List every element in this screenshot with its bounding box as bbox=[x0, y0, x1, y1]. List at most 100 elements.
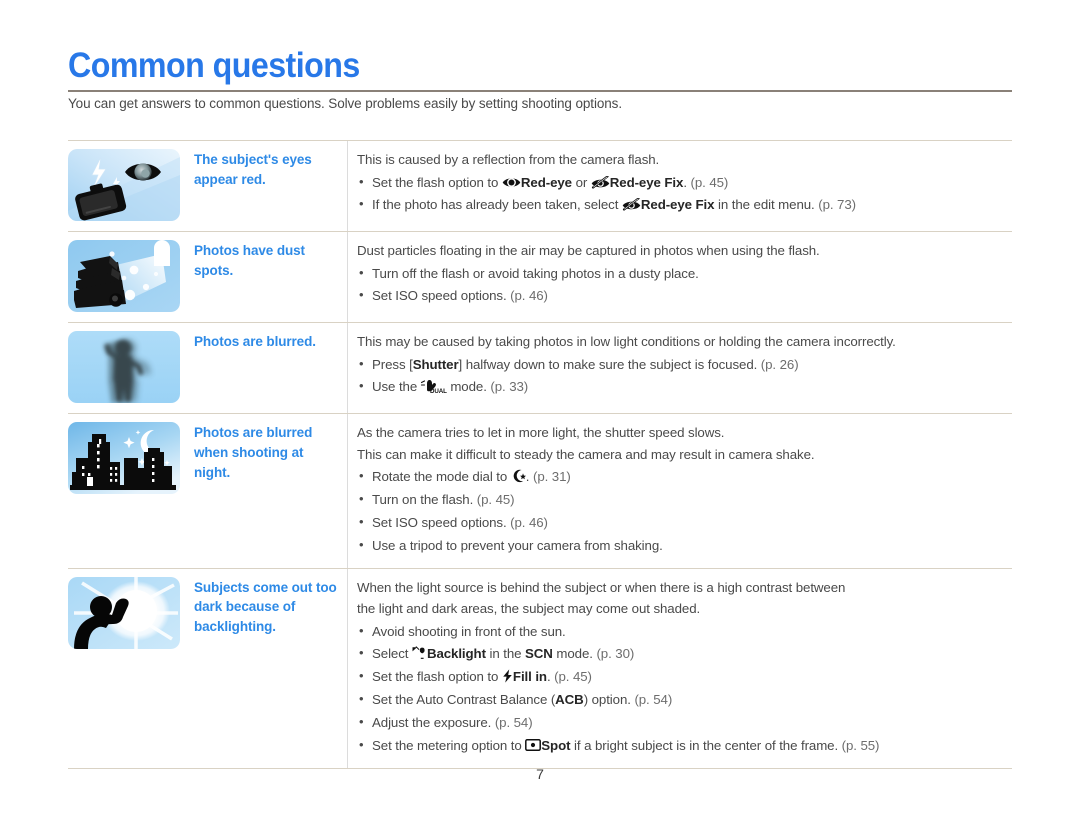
bullet-text: Set the metering option to bbox=[372, 737, 526, 753]
list-item: Rotate the mode dial to . (p. 31) bbox=[357, 465, 1006, 489]
page-number: 7 bbox=[536, 766, 544, 782]
night-mode-icon bbox=[511, 469, 526, 483]
page-reference: (p. 73) bbox=[818, 197, 856, 213]
list-item: If the photo has already been taken, sel… bbox=[357, 193, 1006, 217]
bullet-text: Avoid shooting in front of the sun. bbox=[372, 623, 566, 639]
answer-bullets: Rotate the mode dial to . (p. 31) Turn o… bbox=[357, 465, 1006, 558]
bullet-text: Use a tripod to prevent your camera from… bbox=[372, 537, 663, 553]
bullet-bold: SCN bbox=[525, 646, 553, 662]
answer-lead-2: This can make it difficult to steady the… bbox=[357, 446, 815, 462]
page-reference: (p. 26) bbox=[760, 356, 799, 372]
bullet-text: Press [ bbox=[372, 356, 413, 372]
bullet-text: Turn off the flash or avoid taking photo… bbox=[372, 265, 699, 281]
bullet-bold: ACB bbox=[555, 692, 584, 708]
bullet-bold: Red-eye Fix bbox=[640, 197, 715, 213]
bullet-text: If the photo has already been taken, sel… bbox=[372, 197, 622, 213]
bullet-text: in the edit menu. bbox=[714, 197, 819, 213]
answer-lead-2: the light and dark areas, the subject ma… bbox=[357, 601, 701, 617]
answer-bullets: Set the flash option to Red-eye or Red-e… bbox=[357, 171, 1006, 218]
table-row: Photos are blurred when shooting at nigh… bbox=[68, 414, 1012, 569]
bullet-text: Use the bbox=[372, 379, 421, 395]
bullet-text: if a bright subject is in the center of … bbox=[570, 737, 842, 753]
bullet-text: Set the flash option to bbox=[372, 174, 502, 190]
document-page: Common questions You can get answers to … bbox=[0, 0, 1080, 815]
bullet-text: Turn on the flash. bbox=[372, 491, 477, 507]
row-question-cell: Photos are blurred when shooting at nigh… bbox=[68, 414, 348, 568]
bullet-bold: Backlight bbox=[426, 646, 486, 662]
bullet-text: or bbox=[571, 174, 591, 190]
question-text: The subject's eyes appear red. bbox=[194, 152, 312, 187]
answer-bullets: Turn off the flash or avoid taking photo… bbox=[357, 262, 1006, 309]
page-reference: (p. 54) bbox=[494, 715, 533, 730]
table-row: The subject's eyes appear red. This is c… bbox=[68, 141, 1012, 232]
question-text: Subjects come out too dark because of ba… bbox=[194, 579, 337, 635]
page-reference: (p. 45) bbox=[690, 174, 729, 190]
dust-spots-icon bbox=[68, 240, 180, 312]
list-item: Turn on the flash. (p. 45) bbox=[357, 488, 1006, 512]
page-reference: (p. 46) bbox=[510, 288, 548, 304]
page-reference: (p. 45) bbox=[476, 491, 515, 507]
bullet-text: . bbox=[683, 174, 691, 190]
bullet-text: Rotate the mode dial to bbox=[372, 469, 511, 485]
answer-lead: As the camera tries to let in more light… bbox=[357, 425, 725, 440]
row-answer-cell: This may be caused by taking photos in l… bbox=[348, 323, 1012, 413]
table-row: Photos are blurred. This may be caused b… bbox=[68, 323, 1012, 414]
row-answer-cell: As the camera tries to let in more light… bbox=[348, 414, 1012, 568]
dual-is-icon: DUAL bbox=[420, 379, 447, 395]
bullet-text: Set ISO speed options. bbox=[372, 514, 511, 530]
page-title: Common questions bbox=[68, 46, 360, 85]
bullet-text: Set the flash option to bbox=[372, 669, 502, 685]
page-reference: (p. 30) bbox=[596, 646, 635, 662]
answer-bullets: Avoid shooting in front of the sun. Sele… bbox=[357, 620, 1006, 758]
bullet-text: Adjust the exposure. bbox=[372, 715, 495, 730]
page-reference: (p. 54) bbox=[634, 692, 673, 708]
red-eye-camera-icon bbox=[68, 149, 180, 221]
eye-icon bbox=[502, 176, 521, 189]
bullet-bold: Shutter bbox=[412, 356, 459, 372]
row-question-cell: Photos have dust spots. bbox=[68, 232, 348, 322]
page-reference: (p. 31) bbox=[533, 469, 571, 485]
list-item: Set ISO speed options. (p. 46) bbox=[357, 511, 1006, 535]
bullet-bold: Spot bbox=[541, 737, 571, 753]
bullet-text: ) option. bbox=[583, 692, 635, 708]
list-item: Set the flash option to Red-eye or Red-e… bbox=[357, 171, 1006, 195]
page-reference: (p. 33) bbox=[490, 379, 529, 395]
answer-lead: This may be caused by taking photos in l… bbox=[357, 334, 896, 349]
list-item: Set the metering option to Spot if a bri… bbox=[357, 734, 1006, 758]
question-text: Photos are blurred when shooting at nigh… bbox=[194, 425, 313, 480]
list-item: Set the flash option to Fill in. (p. 45) bbox=[357, 665, 1006, 689]
bullet-text: Select bbox=[372, 646, 412, 662]
title-divider bbox=[68, 90, 1012, 92]
list-item: Adjust the exposure. (p. 54) bbox=[357, 711, 1006, 735]
night-cityscape-icon bbox=[68, 422, 180, 494]
list-item: Set ISO speed options. (p. 46) bbox=[357, 284, 1006, 308]
bullet-text: . bbox=[525, 469, 533, 485]
question-text: Photos have dust spots. bbox=[194, 243, 305, 278]
row-answer-cell: Dust particles floating in the air may b… bbox=[348, 232, 1012, 322]
spot-metering-icon bbox=[525, 738, 542, 751]
answer-bullets: Press [Shutter] halfway down to make sur… bbox=[357, 353, 1006, 400]
backlighting-icon bbox=[68, 576, 180, 649]
bullet-text: mode. bbox=[552, 646, 597, 662]
bullet-text: ] halfway down to make sure the subject … bbox=[458, 356, 761, 372]
answer-lead: Dust particles floating in the air may b… bbox=[357, 243, 820, 258]
backlight-scene-icon bbox=[412, 646, 427, 660]
svg-text:DUAL: DUAL bbox=[430, 389, 447, 395]
bullet-text: Set the Auto Contrast Balance ( bbox=[372, 692, 556, 708]
answer-lead: When the light source is behind the subj… bbox=[357, 579, 846, 595]
page-reference: (p. 55) bbox=[841, 737, 880, 753]
list-item: Use the DUAL mode. (p. 33) bbox=[357, 375, 1006, 399]
row-question-cell: Photos are blurred. bbox=[68, 323, 348, 413]
bullet-bold: Fill in bbox=[512, 669, 547, 685]
list-item: Use a tripod to prevent your camera from… bbox=[357, 534, 1006, 558]
bullet-text: Set ISO speed options. bbox=[372, 288, 511, 304]
row-answer-cell: This is caused by a reflection from the … bbox=[348, 141, 1012, 231]
blurred-person-icon bbox=[68, 331, 180, 403]
row-question-cell: The subject's eyes appear red. bbox=[68, 141, 348, 231]
table-row: Subjects come out too dark because of ba… bbox=[68, 568, 1012, 769]
bullet-bold: Red-eye bbox=[520, 174, 572, 190]
common-questions-table: The subject's eyes appear red. This is c… bbox=[68, 140, 1012, 769]
intro-paragraph: You can get answers to common questions.… bbox=[68, 96, 622, 111]
bullet-text: in the bbox=[485, 646, 526, 662]
fill-in-flash-icon bbox=[502, 669, 513, 683]
